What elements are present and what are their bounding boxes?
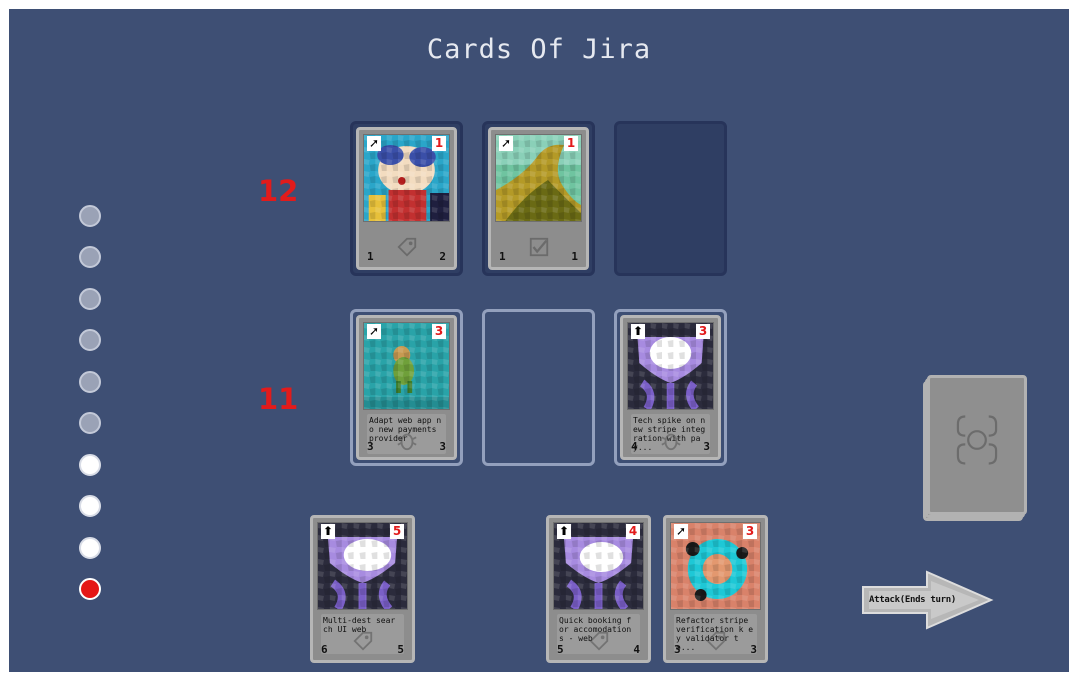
- arrow-diagonal-icon: ➚: [367, 136, 381, 151]
- player-health: 11: [258, 382, 299, 416]
- mana-crystal: [79, 412, 101, 434]
- attack-end-turn-button[interactable]: Attack(Ends turn): [861, 569, 996, 631]
- game-title: Cards Of Jira: [426, 34, 652, 65]
- card-attack: 1: [367, 250, 374, 263]
- card-attack: 3: [367, 440, 374, 453]
- card-cost: 5: [390, 524, 404, 539]
- card-cost: 3: [696, 324, 710, 339]
- bug-icon: [396, 433, 417, 451]
- mana-crystal: [79, 495, 101, 517]
- arrow-diagonal-icon: ➚: [499, 136, 513, 151]
- card-cost: 1: [564, 136, 578, 151]
- player-slot-3: ⬆ 3 Tech spike on n ew stripe integ rati…: [614, 309, 727, 466]
- card-cost: 1: [432, 136, 446, 151]
- bug-icon: [660, 433, 681, 451]
- checkbox-icon: [529, 237, 548, 257]
- tag-icon: [352, 631, 372, 651]
- mana-crystal: [79, 454, 101, 476]
- card-attack: 3: [674, 643, 681, 656]
- arrow-diagonal-icon: ➚: [674, 524, 688, 539]
- opponent-slot-2: ➚ 1 1 1: [482, 121, 595, 276]
- opponent-slot-1: ➚ 1 1 2: [350, 121, 463, 276]
- card-defense: 3: [750, 643, 757, 656]
- card-cost: 4: [626, 524, 640, 539]
- arrow-up-icon: ⬆: [631, 324, 645, 339]
- opponent-health: 12: [258, 174, 299, 208]
- mana-crystal: [79, 537, 101, 559]
- mana-crystal: [79, 329, 101, 351]
- card-attack: 1: [499, 250, 506, 263]
- hand-card-2[interactable]: ⬆ 4 Quick booking f or accomodation s - …: [546, 515, 651, 663]
- card-defense: 1: [571, 250, 578, 263]
- mana-crystal-current: [79, 578, 101, 600]
- deck-card-top: [927, 375, 1027, 515]
- mana-crystal: [79, 288, 101, 310]
- player-slot-1: ➚ 3 Adapt web app n o new payments provi…: [350, 309, 463, 466]
- card-defense: 5: [397, 643, 404, 656]
- opponent-slot-3-empty: [614, 121, 727, 276]
- opponent-card-2[interactable]: ➚ 1 1 1: [488, 127, 589, 270]
- mana-crystal: [79, 205, 101, 227]
- hand-card-3[interactable]: ➚ 3 Refactor stripe verification k ey va…: [663, 515, 768, 663]
- game-board: Cards Of Jira 12 11 ➚ 1 1 2 ➚ 1 1 1 ➚ 3 …: [9, 9, 1069, 672]
- card-attack: 6: [321, 643, 328, 656]
- deck-logo-icon: [956, 415, 998, 465]
- tag-icon: [705, 631, 725, 651]
- arrow-up-icon: ⬆: [321, 524, 335, 539]
- card-cost: 3: [743, 524, 757, 539]
- player-slot-2-empty[interactable]: [482, 309, 595, 466]
- card-attack: 4: [631, 440, 638, 453]
- card-cost: 3: [432, 324, 446, 339]
- card-defense: 3: [439, 440, 446, 453]
- tag-icon: [396, 237, 416, 257]
- card-defense: 3: [703, 440, 710, 453]
- draw-deck[interactable]: [923, 375, 1027, 521]
- opponent-card-1[interactable]: ➚ 1 1 2: [356, 127, 457, 270]
- hand-card-1[interactable]: ⬆ 5 Multi-dest sear ch UI web 6 5: [310, 515, 415, 663]
- card-defense: 4: [633, 643, 640, 656]
- card-attack: 5: [557, 643, 564, 656]
- mana-crystal: [79, 371, 101, 393]
- player-board-card-2[interactable]: ⬆ 3 Tech spike on n ew stripe integ rati…: [620, 315, 721, 460]
- tag-icon: [588, 631, 608, 651]
- attack-button-label: Attack(Ends turn): [869, 595, 957, 605]
- arrow-diagonal-icon: ➚: [367, 324, 381, 339]
- mana-crystal: [79, 246, 101, 268]
- player-board-card-1[interactable]: ➚ 3 Adapt web app n o new payments provi…: [356, 315, 457, 460]
- arrow-up-icon: ⬆: [557, 524, 571, 539]
- card-defense: 2: [439, 250, 446, 263]
